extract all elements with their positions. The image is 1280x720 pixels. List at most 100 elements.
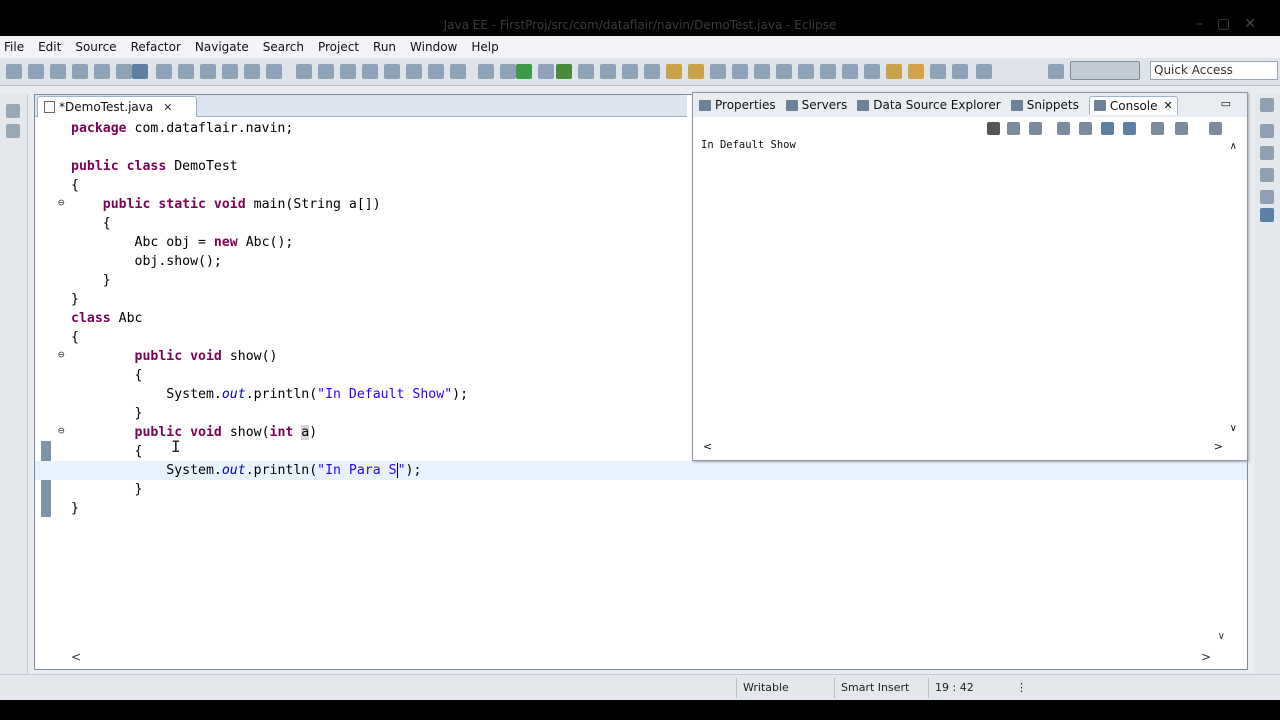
wizard-icon[interactable] — [450, 64, 466, 79]
tab-properties[interactable]: Properties — [699, 98, 776, 112]
web-icon[interactable] — [428, 64, 444, 79]
view-tab-bar: Properties Servers Data Source Explorer … — [693, 93, 1247, 117]
open-folder-icon[interactable] — [666, 64, 682, 79]
server-icon[interactable] — [156, 64, 172, 79]
window-controls[interactable]: –▢✕ — [1196, 16, 1270, 32]
minimize-icon[interactable]: ▭ — [1221, 97, 1231, 110]
edit-icon[interactable] — [710, 64, 726, 79]
tasks-icon[interactable] — [406, 64, 422, 79]
save-all-icon[interactable] — [50, 64, 66, 79]
new-class-icon[interactable] — [244, 64, 260, 79]
coverage-icon[interactable] — [556, 64, 572, 79]
new-java-project-icon[interactable] — [600, 64, 616, 79]
fold-collapse-icon[interactable]: ⊖ — [58, 425, 69, 437]
publish-icon[interactable] — [178, 64, 194, 79]
menu-help[interactable]: Help — [471, 40, 498, 54]
menu-navigate[interactable]: Navigate — [195, 40, 249, 54]
scroll-lock-icon[interactable] — [1079, 122, 1092, 135]
quick-access-input[interactable]: Quick Access — [1150, 61, 1278, 80]
show-stdout-icon[interactable] — [1101, 122, 1114, 135]
scroll-up-icon[interactable]: ∧ — [1230, 141, 1237, 152]
menu-edit[interactable]: Edit — [38, 40, 61, 54]
package-explorer-icon[interactable] — [6, 124, 20, 138]
console-horizontal-scrollbar[interactable]: < > — [693, 440, 1247, 456]
lookup-icon[interactable] — [842, 64, 858, 79]
open-resource-icon[interactable] — [318, 64, 334, 79]
scroll-left-icon[interactable]: < — [703, 440, 712, 453]
filter-icon[interactable] — [864, 64, 880, 79]
markers-icon[interactable] — [384, 64, 400, 79]
external-tools-icon[interactable] — [578, 64, 594, 79]
tab-snippets[interactable]: Snippets — [1010, 98, 1079, 112]
run-config-icon[interactable] — [538, 64, 554, 79]
clear-console-icon[interactable] — [1057, 122, 1070, 135]
editor-tab-demotest[interactable]: *DemoTest.java ✕ — [37, 96, 197, 117]
restore-icon[interactable] — [1260, 98, 1274, 112]
tab-console[interactable]: Console ✕ — [1088, 95, 1178, 115]
toggle-mark-icon[interactable] — [132, 64, 148, 79]
forward-icon[interactable] — [930, 64, 946, 79]
terminate-icon[interactable] — [987, 122, 1000, 135]
build-icon[interactable] — [340, 64, 356, 79]
prev-annotation-icon[interactable] — [776, 64, 792, 79]
remove-all-icon[interactable] — [1029, 122, 1042, 135]
open-console-icon[interactable] — [1209, 122, 1222, 135]
properties-icon[interactable] — [1260, 190, 1274, 204]
show-stderr-icon[interactable] — [1123, 122, 1136, 135]
new-web-icon[interactable] — [622, 64, 638, 79]
menu-source[interactable]: Source — [75, 40, 116, 54]
outline-icon[interactable] — [1260, 124, 1274, 138]
restore-icon[interactable] — [6, 104, 20, 118]
folder-icon[interactable] — [886, 64, 902, 79]
tab-data-source-explorer[interactable]: Data Source Explorer — [857, 98, 1001, 112]
menu-run[interactable]: Run — [373, 40, 396, 54]
database-icon[interactable] — [362, 64, 378, 79]
scroll-right-icon[interactable]: > — [1201, 650, 1211, 664]
fold-collapse-icon[interactable]: ⊖ — [58, 197, 69, 209]
scroll-down-icon[interactable]: ∨ — [1218, 631, 1225, 642]
run-icon[interactable] — [516, 64, 532, 79]
menu-project[interactable]: Project — [318, 40, 359, 54]
remove-launch-icon[interactable] — [1007, 122, 1020, 135]
scroll-right-icon[interactable]: > — [1214, 440, 1223, 453]
print-icon[interactable] — [72, 64, 88, 79]
copy-icon[interactable] — [116, 64, 132, 79]
scroll-left-icon[interactable]: < — [71, 650, 81, 664]
scroll-down-icon[interactable]: ∨ — [1230, 423, 1237, 434]
menu-file[interactable]: File — [4, 40, 24, 54]
menu-window[interactable]: Window — [410, 40, 457, 54]
back-icon[interactable] — [908, 64, 924, 79]
annotation-icon[interactable] — [732, 64, 748, 79]
new-package-icon[interactable] — [266, 64, 282, 79]
pin-icon[interactable] — [820, 64, 836, 79]
editor-horizontal-scrollbar[interactable]: < > — [35, 647, 1247, 669]
save-icon[interactable] — [28, 64, 44, 79]
status-more-icon[interactable]: ⋮ — [1010, 678, 1027, 698]
menu-refactor[interactable]: Refactor — [131, 40, 181, 54]
cut-icon[interactable] — [94, 64, 110, 79]
close-icon[interactable]: ✕ — [1164, 99, 1173, 112]
pin-console-icon[interactable] — [1151, 122, 1164, 135]
display-console-icon[interactable] — [1175, 122, 1188, 135]
task-list-icon[interactable] — [1260, 146, 1274, 160]
fold-collapse-icon[interactable]: ⊖ — [58, 349, 69, 361]
debug-icon[interactable] — [478, 64, 494, 79]
next-annotation-icon[interactable] — [754, 64, 770, 79]
run-dropdown-icon[interactable] — [500, 64, 516, 79]
last-edit-icon[interactable] — [798, 64, 814, 79]
new-ejb-icon[interactable] — [644, 64, 660, 79]
nav-icon[interactable] — [952, 64, 968, 79]
close-icon[interactable]: ✕ — [163, 101, 172, 114]
console-icon[interactable] — [1260, 208, 1274, 222]
new-icon[interactable] — [6, 64, 22, 79]
search-icon[interactable] — [296, 64, 312, 79]
tab-servers[interactable]: Servers — [785, 98, 847, 112]
java-ee-perspective-button[interactable] — [1070, 61, 1140, 80]
markers-icon[interactable] — [1260, 168, 1274, 182]
new-server-icon[interactable] — [222, 64, 238, 79]
menu-search[interactable]: Search — [263, 40, 304, 54]
open-file-icon[interactable] — [688, 64, 704, 79]
open-perspective-icon[interactable] — [1048, 64, 1064, 79]
open-type-icon[interactable] — [200, 64, 216, 79]
restore-icon[interactable] — [976, 64, 992, 79]
